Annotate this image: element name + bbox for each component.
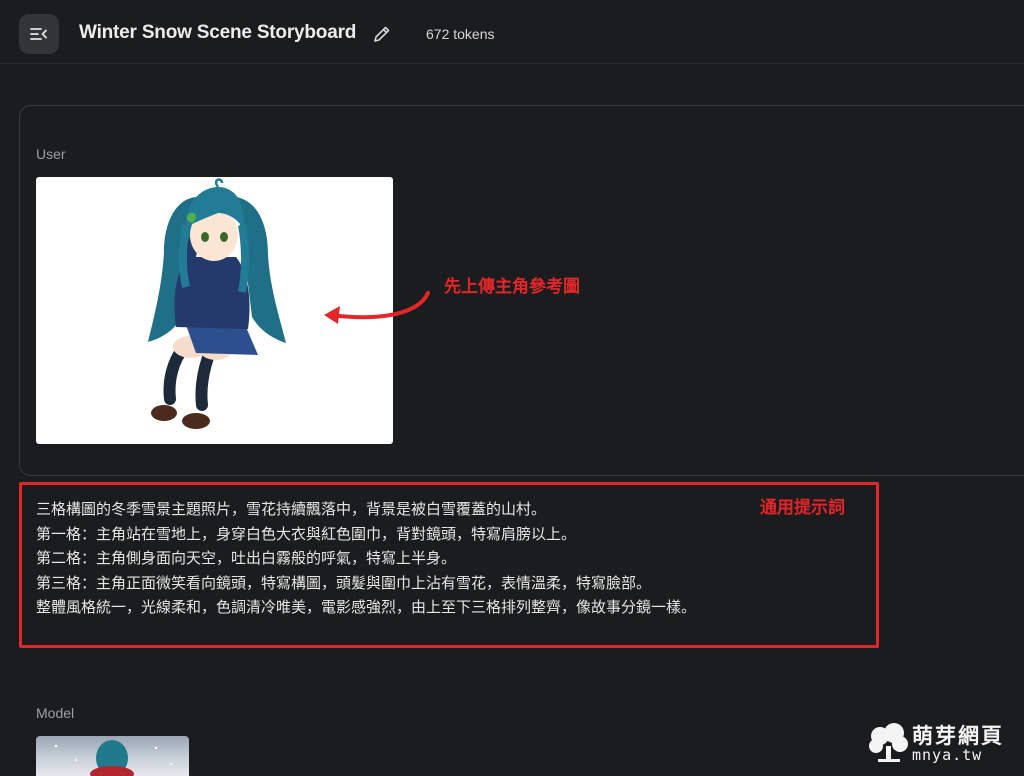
watermark: 萌芽網頁 mnya.tw <box>866 716 1024 768</box>
edit-title-button[interactable] <box>372 24 392 44</box>
prompt-line: 三格構圖的冬季雪景主題照片，雪花持續飄落中，背景是被白雪覆蓋的山村。 <box>36 500 547 518</box>
model-role-label: Model <box>36 705 75 721</box>
prompt-line: 第一格：主角站在雪地上，身穿白色大衣與紅色圍巾，背對鏡頭，特寫肩膀以上。 <box>36 524 577 543</box>
prompt-line: 整體風格統一，光線柔和，色調清冷唯美，電影感強烈，由上至下三格排列整齊，像故事分… <box>36 598 697 616</box>
user-prompt-text: 三格構圖的冬季雪景主題照片，雪花持續飄落中，背景是被白雪覆蓋的山村。 第一格：主… <box>36 497 856 620</box>
user-role-label: User <box>36 146 66 162</box>
pencil-icon <box>374 26 390 42</box>
collapse-menu-icon <box>30 28 47 40</box>
tree-logo-icon <box>869 723 908 762</box>
watermark-domain: mnya.tw <box>912 746 983 764</box>
page-title: Winter Snow Scene Storyboard <box>79 22 357 43</box>
model-output-image[interactable] <box>36 736 189 776</box>
prompt-line: 第三格：主角正面微笑看向鏡頭，特寫構圖，頭髮與圍巾上沾有雪花，表情溫柔，特寫臉部… <box>36 573 652 592</box>
prompt-line: 第二格：主角側身面向天空，吐出白霧般的呼氣，特寫上半身。 <box>36 549 457 567</box>
top-bar: Winter Snow Scene Storyboard 672 tokens <box>0 0 1024 64</box>
collapse-menu-button[interactable] <box>19 14 59 54</box>
token-count: 672 tokens <box>426 26 495 42</box>
snow-scene-thumbnail <box>54 740 172 776</box>
upload-annotation: 先上傳主角參考圖 <box>444 277 580 297</box>
annotation-arrow-icon <box>324 291 430 324</box>
